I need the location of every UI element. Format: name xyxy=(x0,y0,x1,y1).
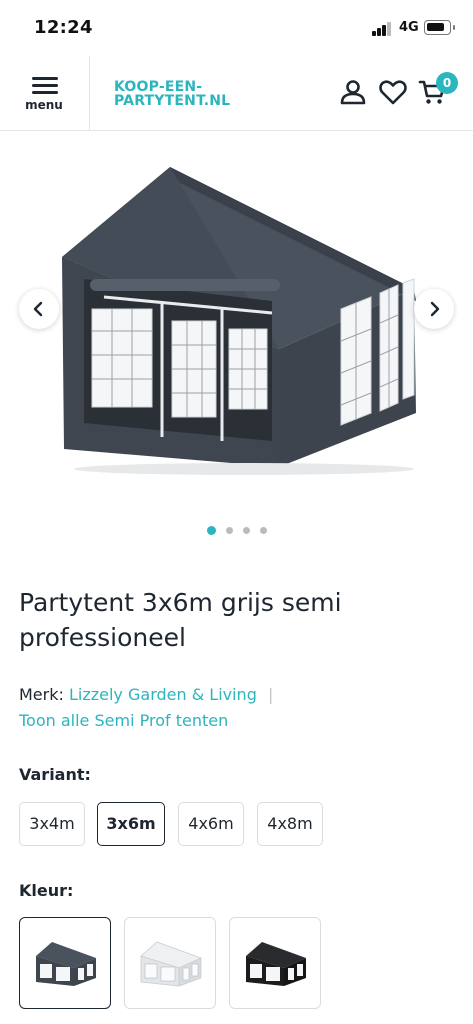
gallery-prev-button[interactable] xyxy=(19,289,59,329)
logo-line-1: KOOP-EEN- xyxy=(114,79,203,95)
variant-label: Variant: xyxy=(19,765,91,784)
product-image xyxy=(44,151,434,481)
product-title: Partytent 3x6m grijs semi professioneel xyxy=(19,588,342,652)
network-label: 4G xyxy=(399,20,419,35)
gallery-dot-3[interactable] xyxy=(242,527,250,534)
brand-info: Merk: Lizzely Garden & Living | Toon all… xyxy=(19,682,459,734)
brand-prefix: Merk: xyxy=(19,685,64,704)
tent-thumbnail-wit xyxy=(140,941,203,987)
logo-line-2: PARTYTENT.NL xyxy=(114,93,231,109)
variant-option-3x4m[interactable]: 3x4m xyxy=(19,802,85,846)
gallery-dot-2[interactable] xyxy=(225,527,233,534)
chevron-left-icon xyxy=(33,301,43,317)
menu-button[interactable]: menu xyxy=(14,70,78,120)
site-logo[interactable]: KOOP-EEN- PARTYTENT.NL xyxy=(114,80,254,108)
tent-thumbnail-grijs xyxy=(36,942,96,986)
brand-separator: | xyxy=(267,685,274,704)
status-time: 12:24 xyxy=(34,17,93,38)
gallery-dot-1[interactable] xyxy=(206,526,216,535)
variant-option-4x8m[interactable]: 4x8m xyxy=(257,802,323,846)
variant-option-4x6m[interactable]: 4x6m xyxy=(178,802,244,846)
menu-label: menu xyxy=(25,98,63,112)
product-gallery[interactable] xyxy=(0,131,473,511)
color-label: Kleur: xyxy=(19,881,74,900)
color-swatch-grijs[interactable] xyxy=(19,917,111,1009)
gallery-next-button[interactable] xyxy=(414,289,454,329)
category-link[interactable]: Toon alle Semi Prof tenten xyxy=(19,711,228,730)
variant-option-3x6m[interactable]: 3x6m xyxy=(97,802,165,846)
signal-icon xyxy=(372,22,394,36)
heart-icon[interactable] xyxy=(378,77,408,107)
color-swatch-wit[interactable] xyxy=(124,917,216,1009)
status-bar: 12:24 4G xyxy=(0,0,473,56)
gallery-pagination xyxy=(0,520,473,536)
hamburger-icon xyxy=(32,77,58,95)
cart-count-badge: 0 xyxy=(436,72,458,94)
brand-link[interactable]: Lizzely Garden & Living xyxy=(69,685,257,704)
tent-thumbnail-zwart xyxy=(246,942,306,986)
battery-icon xyxy=(424,20,455,35)
color-swatch-zwart[interactable] xyxy=(229,917,321,1009)
chevron-right-icon xyxy=(430,301,440,317)
site-header: menu KOOP-EEN- PARTYTENT.NL xyxy=(0,56,473,131)
header-divider xyxy=(89,56,90,131)
gallery-dot-4[interactable] xyxy=(259,527,267,534)
account-icon[interactable] xyxy=(338,77,368,107)
